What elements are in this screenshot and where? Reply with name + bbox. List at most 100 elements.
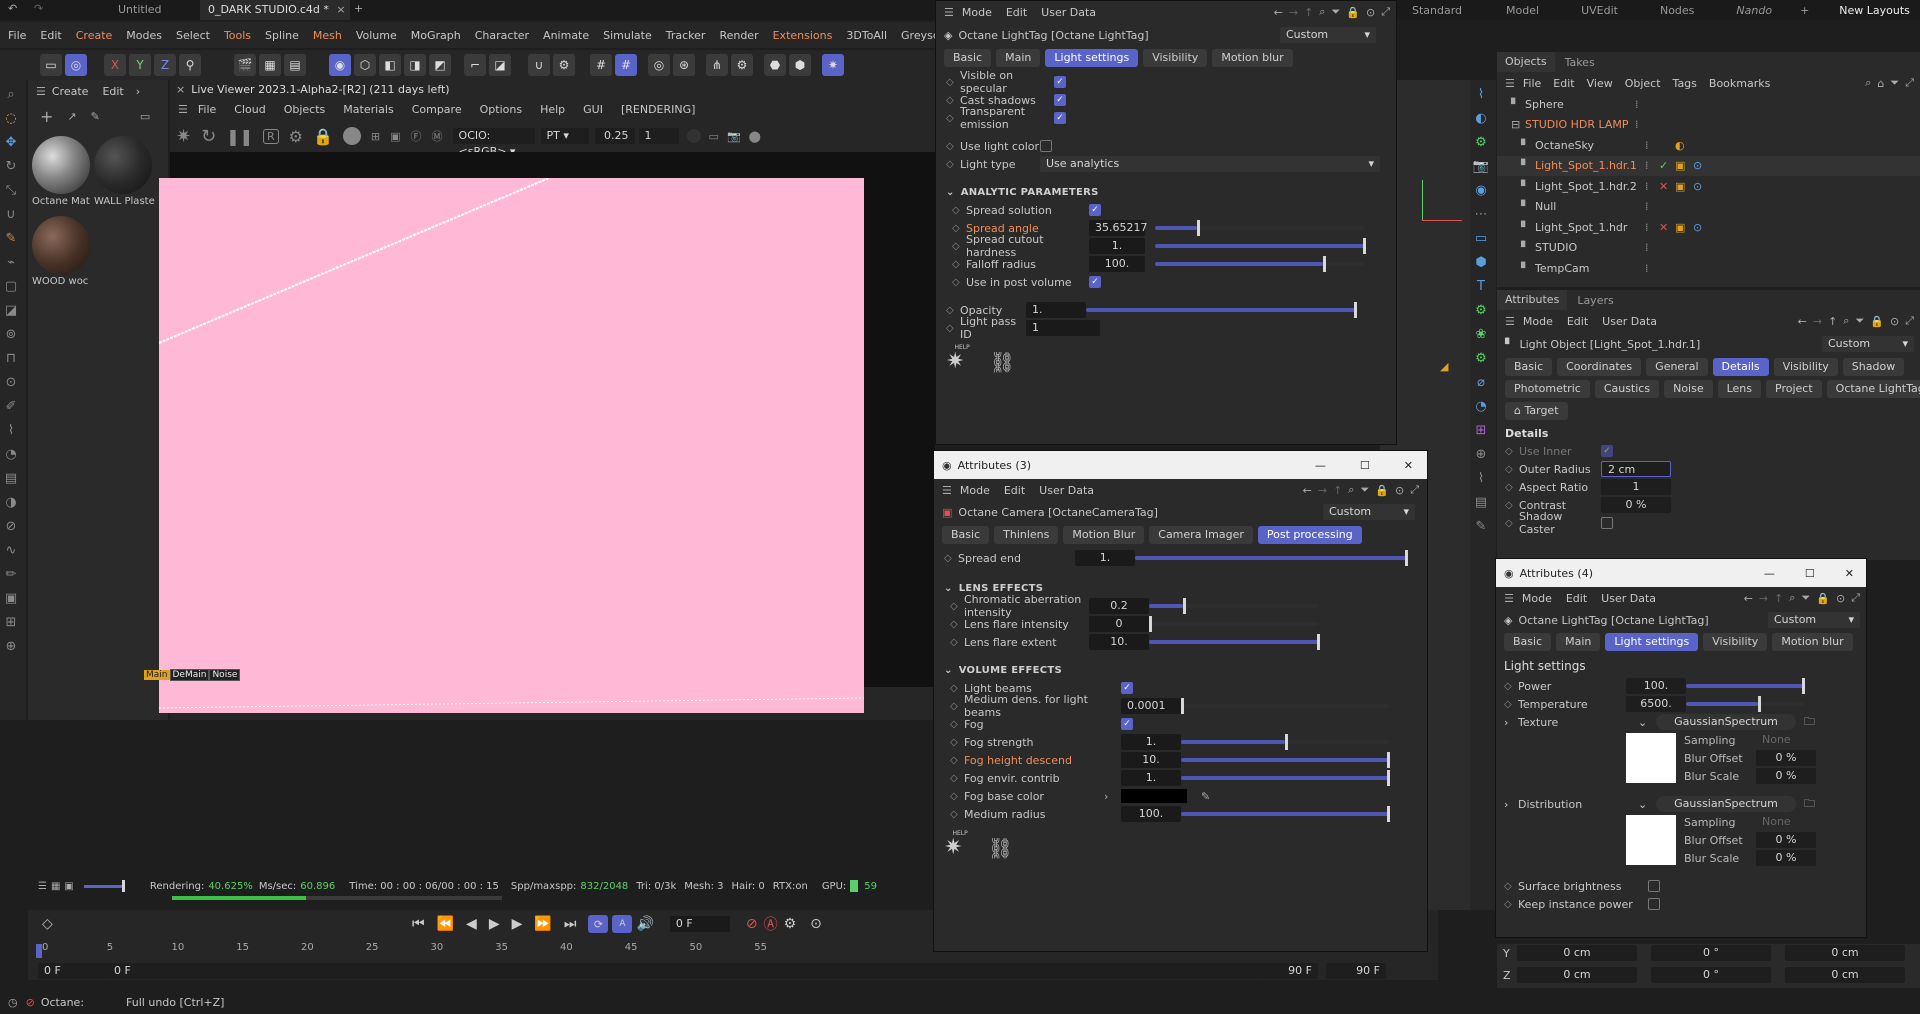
slider-knob[interactable]: [1802, 678, 1805, 694]
spread-angle-slider[interactable]: [1155, 220, 1365, 236]
dissolve-icon[interactable]: ⊘: [0, 516, 22, 536]
use-light-color-checkbox[interactable]: [1040, 140, 1052, 152]
cube-tool-icon[interactable]: ⬢: [1470, 252, 1492, 272]
tab-octane-lighttag[interactable]: Octane LightTag: [1826, 380, 1920, 398]
material-menu-edit[interactable]: Edit: [102, 85, 123, 98]
slider-knob[interactable]: [1354, 302, 1357, 318]
menu-spline[interactable]: Spline: [265, 29, 299, 42]
blur-scale-field[interactable]: 0 %: [1756, 768, 1816, 784]
trash-icon[interactable]: ▭: [140, 110, 150, 123]
prev-key-icon[interactable]: ⏪: [437, 916, 454, 932]
tag-icon[interactable]: ▣: [1675, 159, 1693, 172]
visibility-icon[interactable]: ⁞: [1645, 180, 1659, 193]
light-tag-icon[interactable]: ⊙: [1693, 159, 1702, 172]
tab-general[interactable]: General: [1646, 358, 1708, 376]
fog-strength-slider[interactable]: [1181, 734, 1389, 750]
object-name[interactable]: Light_Spot_1.hdr.2: [1535, 180, 1645, 193]
coord-z-rot[interactable]: 0 °: [1651, 967, 1771, 983]
forward-icon[interactable]: →: [1318, 484, 1327, 497]
lens-slider[interactable]: [1149, 598, 1319, 614]
visibility-icon[interactable]: ⁞: [1645, 139, 1659, 152]
text-icon[interactable]: T: [1470, 276, 1492, 296]
stop-icon[interactable]: ⬤: [749, 130, 761, 143]
sound-icon[interactable]: 🔊: [636, 916, 653, 932]
tab-main[interactable]: Main: [1556, 633, 1601, 651]
menu-character[interactable]: Character: [475, 29, 529, 42]
axis-x-button[interactable]: X: [104, 54, 126, 76]
slider-knob[interactable]: [1197, 220, 1200, 236]
close-icon[interactable]: ×: [176, 83, 185, 96]
polys-mode-icon[interactable]: ◧: [379, 54, 401, 76]
coord-y-scale[interactable]: 0 cm: [1785, 945, 1905, 961]
fog-strength-field[interactable]: 1.: [1121, 734, 1181, 750]
menu-mograph[interactable]: MoGraph: [411, 29, 461, 42]
home-icon[interactable]: ⌂: [1877, 77, 1884, 90]
clay-icon[interactable]: ▣: [390, 130, 400, 143]
material-pick-icon[interactable]: Ⓜ: [432, 128, 443, 144]
light-tag-icon[interactable]: ⊙: [1693, 180, 1702, 193]
viewer-menu-gui[interactable]: GUI: [583, 103, 603, 116]
restart-icon[interactable]: ↻: [201, 126, 216, 147]
object-name[interactable]: Null: [1535, 200, 1645, 213]
globe-icon[interactable]: ⊕: [1470, 444, 1492, 464]
visibility-icon[interactable]: ⁞: [1635, 98, 1649, 111]
viewer-menu-compare[interactable]: Compare: [412, 103, 462, 116]
menu-render[interactable]: Render: [719, 29, 758, 42]
forward-icon[interactable]: →: [1289, 6, 1298, 19]
pass-tag-demain[interactable]: DeMain: [169, 669, 210, 681]
lock-icon[interactable]: 🔒: [313, 127, 333, 146]
fog-height-field[interactable]: 10.: [1121, 752, 1181, 768]
camera-tool-icon[interactable]: 📷: [1470, 156, 1492, 176]
goto-end-icon[interactable]: ⏭: [564, 916, 577, 932]
tab-photometric[interactable]: Photometric: [1505, 380, 1590, 398]
aspect-field[interactable]: 1: [1601, 479, 1671, 495]
tab-takes[interactable]: Takes: [1555, 56, 1605, 69]
tab-light-settings[interactable]: Light settings: [1605, 633, 1699, 651]
filter-icon[interactable]: ⏷: [1360, 483, 1369, 497]
fog-checkbox[interactable]: ✓: [1121, 718, 1133, 730]
folder-icon[interactable]: 🗀: [1804, 713, 1815, 732]
autokey-record-icon[interactable]: Ⓐ: [764, 914, 778, 934]
cube-icon[interactable]: ◨: [404, 54, 426, 76]
new-window-icon[interactable]: ⊙: [1890, 315, 1899, 328]
light-type-select[interactable]: Use analytics ▾: [1040, 156, 1380, 172]
key-pos-icon[interactable]: ⊙: [810, 916, 822, 932]
chevron-down-icon[interactable]: ⌄: [1638, 716, 1656, 729]
render-image[interactable]: [159, 178, 864, 713]
deformer-icon[interactable]: ⚙: [1470, 348, 1492, 368]
tab-motion-blur[interactable]: Motion blur: [1772, 633, 1853, 651]
lens-slider[interactable]: [1149, 616, 1319, 632]
layout-model[interactable]: Model: [1506, 4, 1539, 17]
spread-end-field[interactable]: 1.: [1075, 550, 1135, 566]
maximize-icon[interactable]: ☐: [1360, 459, 1370, 472]
minimize-icon[interactable]: —: [1764, 567, 1775, 580]
mograph-icon[interactable]: ⚙: [1470, 300, 1492, 320]
sampling-select[interactable]: None: [1756, 814, 1816, 830]
pass-tag-main[interactable]: Main: [144, 670, 170, 680]
spread-cutout-field[interactable]: 1.: [1089, 238, 1145, 254]
tab-coordinates[interactable]: Coordinates: [1557, 358, 1642, 376]
filter-icon[interactable]: ⏷: [1331, 5, 1340, 19]
search-icon[interactable]: ⌕: [1865, 76, 1871, 90]
settings-icon[interactable]: ⚙: [289, 127, 303, 146]
light-beams-checkbox[interactable]: ✓: [1121, 682, 1133, 694]
menu-edit[interactable]: Edit: [40, 29, 61, 42]
opacity-field[interactable]: 1.: [1026, 302, 1086, 318]
eyedropper-icon[interactable]: ✎: [1201, 790, 1210, 803]
forward-icon[interactable]: →: [1813, 315, 1822, 328]
visibility-icon[interactable]: ⁞: [1645, 262, 1659, 275]
menu-edit[interactable]: Edit: [1566, 592, 1587, 605]
object-row[interactable]: ▘ Sphere ⁞: [1497, 94, 1920, 115]
link-icon[interactable]: ⛓: [990, 350, 1015, 374]
hamburger-icon[interactable]: ☰: [942, 484, 952, 497]
filter-icon[interactable]: ⏷: [1855, 314, 1864, 328]
up-icon[interactable]: ↑: [1828, 315, 1837, 328]
tab-untitled[interactable]: Untitled: [60, 0, 200, 20]
attr1-preset-select[interactable]: Custom ▾: [1280, 27, 1376, 43]
spread-angle-field[interactable]: 35.65217: [1089, 220, 1148, 236]
render-view-icon[interactable]: 🎬: [234, 54, 256, 76]
search-icon[interactable]: ⌕: [1319, 5, 1325, 19]
menu-mode[interactable]: Mode: [960, 484, 990, 497]
pass-tag-noise[interactable]: Noise: [209, 669, 241, 681]
medium-dens-field[interactable]: 0.0001: [1121, 698, 1181, 714]
